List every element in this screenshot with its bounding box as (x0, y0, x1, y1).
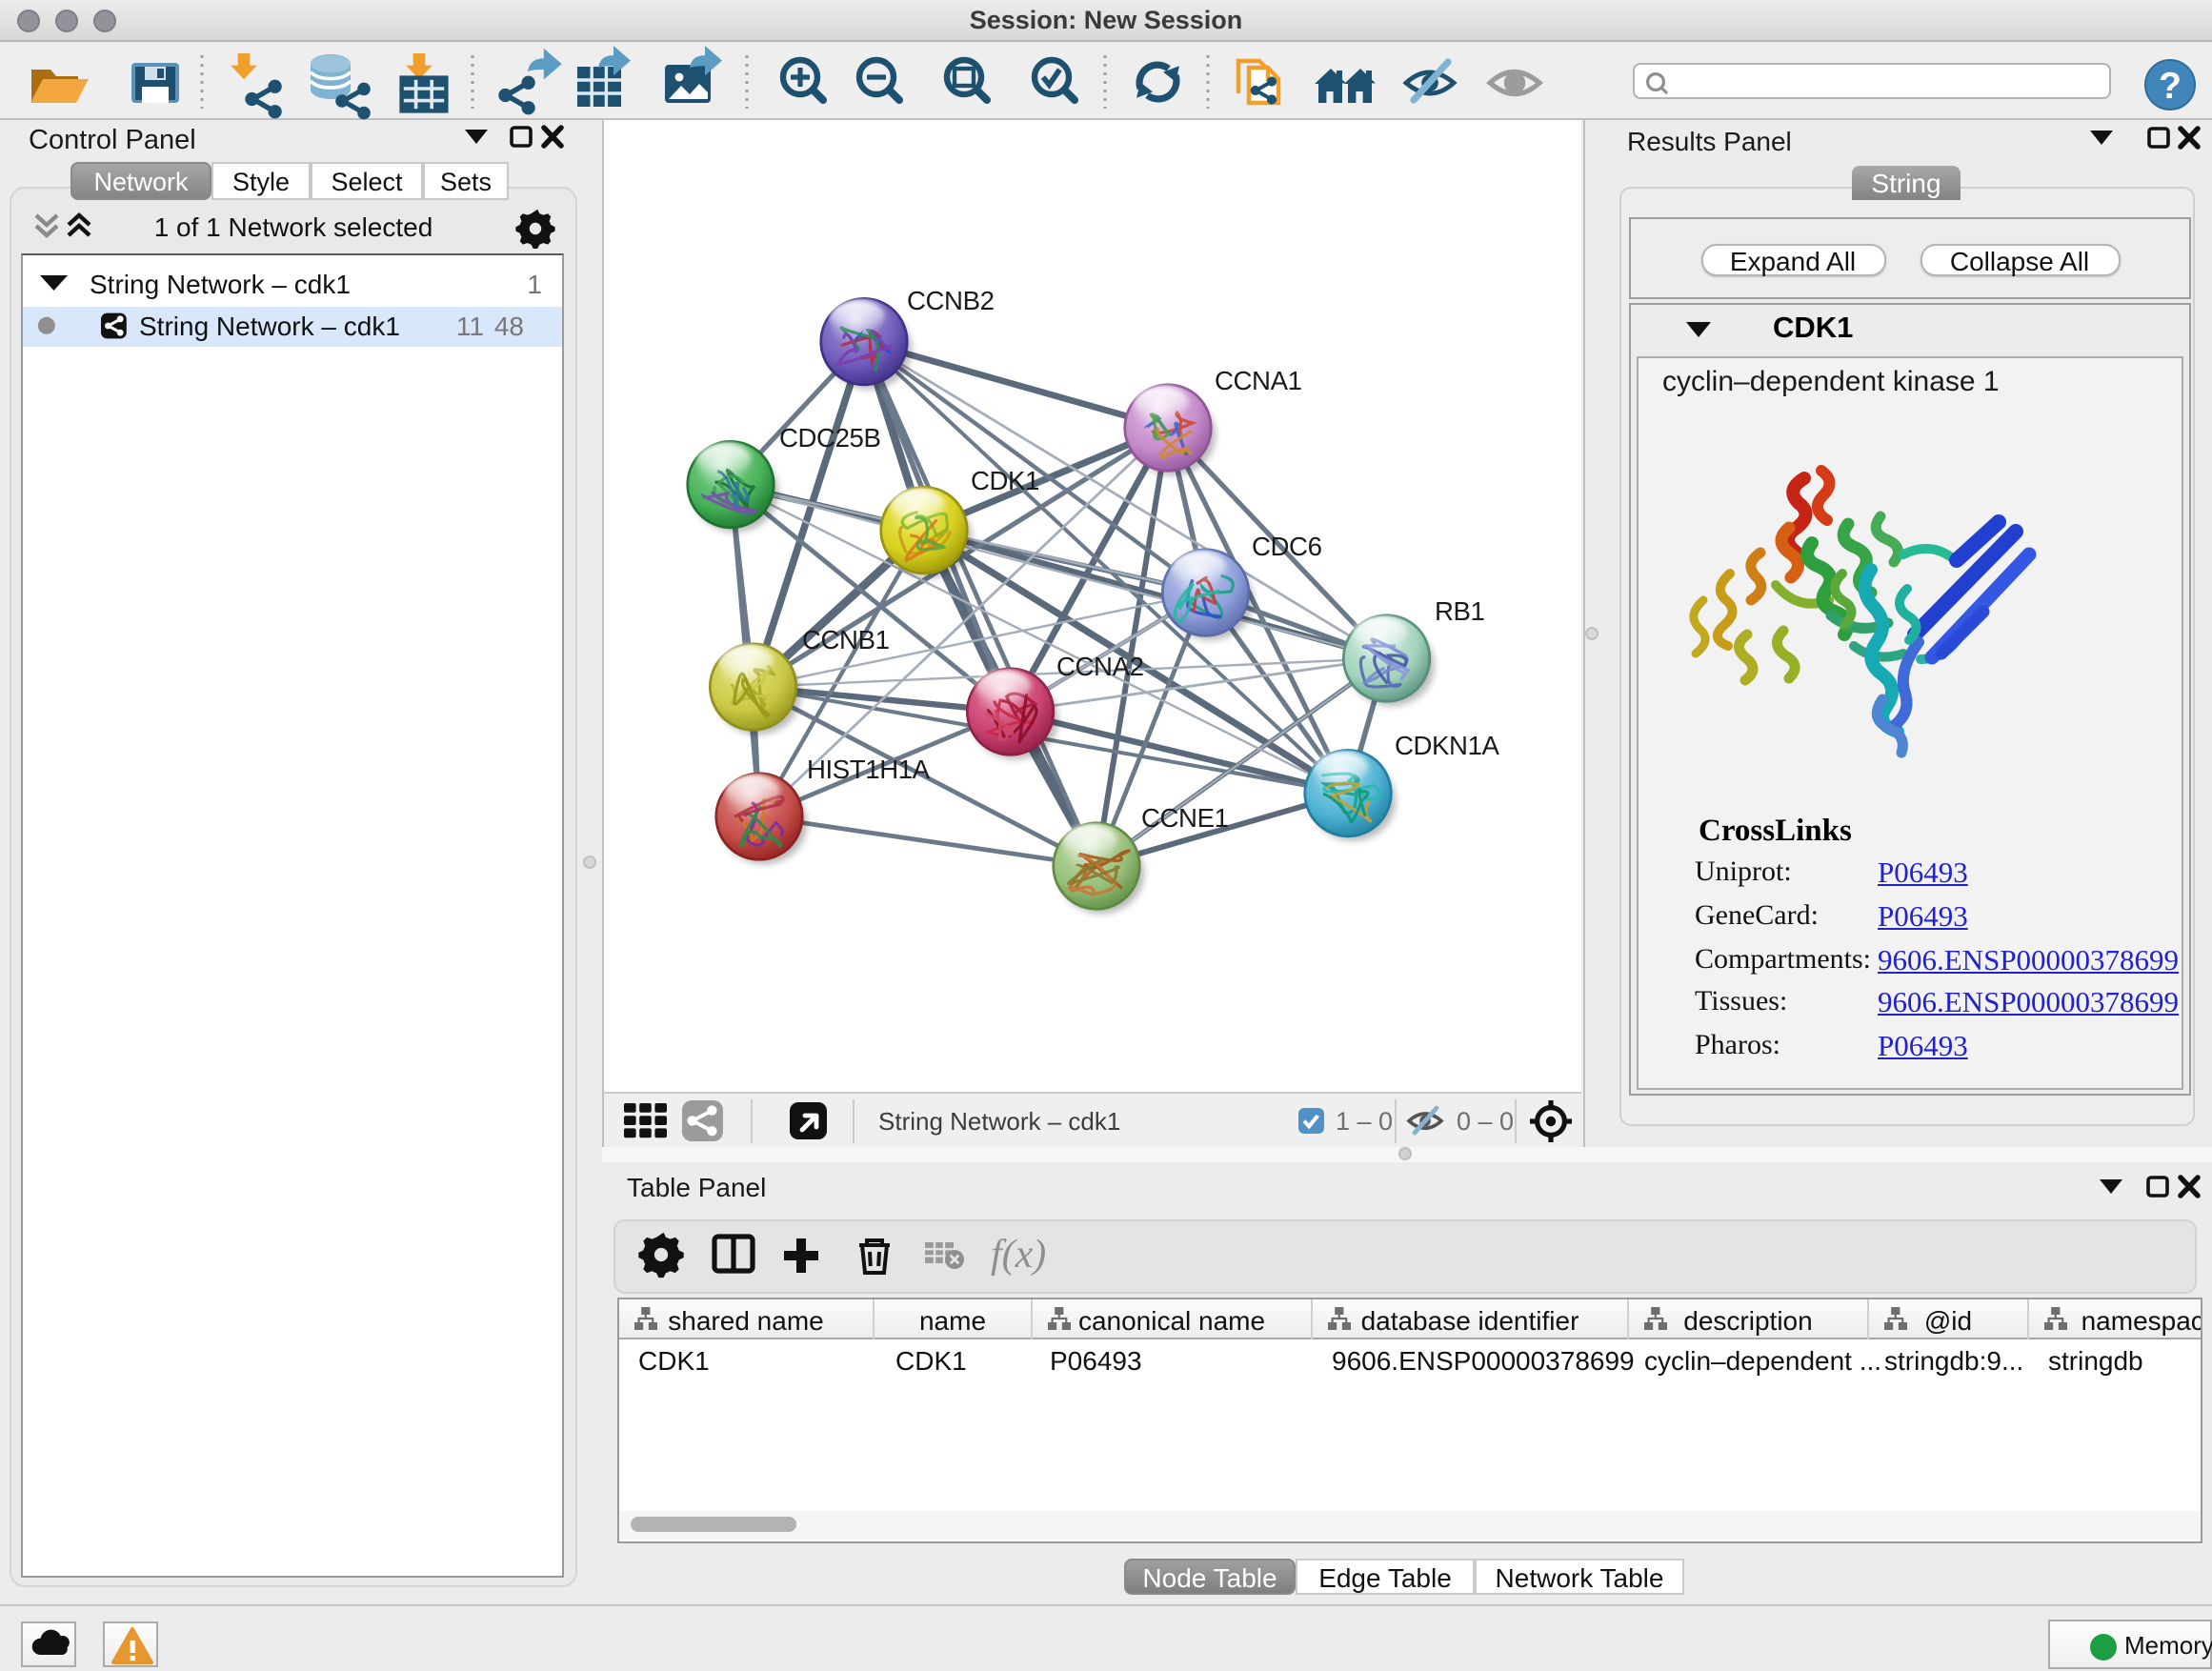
svg-text:String Network – cdk1: String Network – cdk1 (878, 1106, 1120, 1135)
svg-text:HIST1H1A: HIST1H1A (807, 754, 931, 783)
svg-text:CCNB2: CCNB2 (907, 285, 995, 314)
svg-text:CDC6: CDC6 (1252, 531, 1322, 560)
svg-text:CCNA1: CCNA1 (1215, 365, 1302, 394)
svg-text:CCNB1: CCNB1 (802, 624, 890, 654)
svg-text:CCNA2: CCNA2 (1056, 651, 1144, 680)
svg-text:0 – 0: 0 – 0 (1457, 1106, 1514, 1135)
svg-text:CDC25B: CDC25B (779, 422, 880, 452)
svg-text:1 – 0: 1 – 0 (1336, 1106, 1393, 1135)
svg-text:CDKN1A: CDKN1A (1395, 730, 1500, 759)
svg-text:CCNE1: CCNE1 (1141, 802, 1229, 832)
svg-text:f(x): f(x) (991, 1232, 1046, 1276)
svg-text:CDK1: CDK1 (971, 465, 1039, 494)
svg-text:RB1: RB1 (1435, 595, 1484, 625)
svg-text:?: ? (2159, 65, 2182, 106)
